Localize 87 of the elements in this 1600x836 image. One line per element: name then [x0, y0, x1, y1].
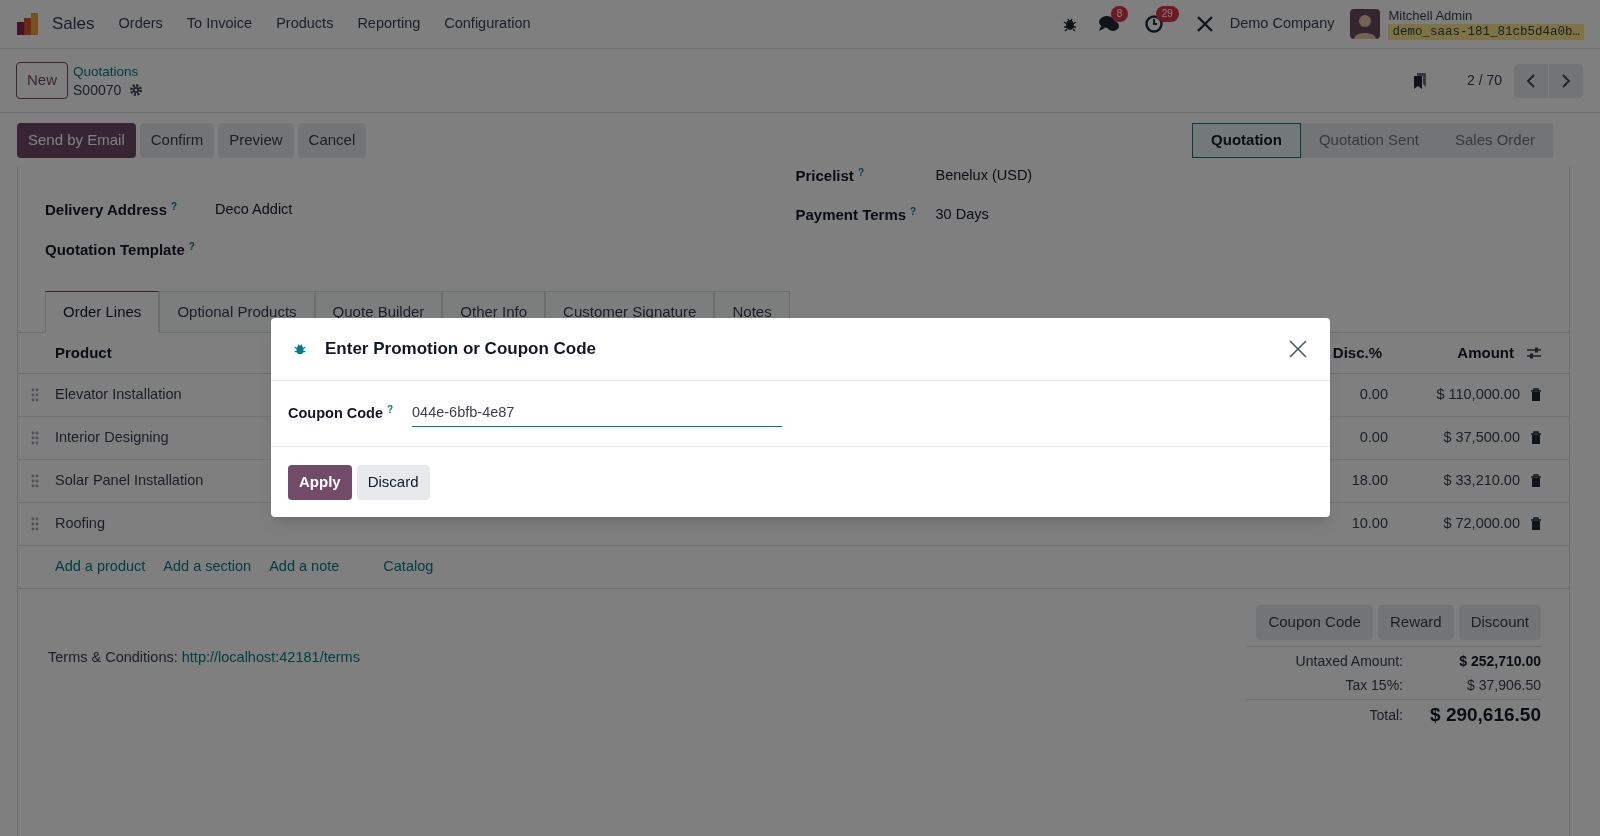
field-label: Payment Terms $^{?}$ [795, 204, 918, 225]
footer-action-button[interactable]: Reward [1377, 605, 1454, 640]
action-button[interactable]: Send by Email [17, 122, 136, 158]
action-button[interactable]: Cancel [297, 122, 367, 158]
terms-link[interactable]: http://localhost:42181/terms [181, 649, 360, 665]
record-name: S00070 [73, 80, 122, 99]
amount-cell-text: $ 37,500.00 [1442, 428, 1520, 448]
previous-button[interactable] [1514, 63, 1548, 98]
amount-cell-text: $ 110,000.00 [1435, 385, 1520, 405]
add-line-link[interactable]: Add a note [269, 556, 340, 578]
menu-item[interactable]: Products [276, 13, 334, 35]
product-cell[interactable]: Roofing [55, 513, 1312, 535]
trash-icon[interactable] [1530, 474, 1542, 488]
footer-action-button[interactable]: Coupon Code [1256, 605, 1373, 640]
total-label: Untaxed Amount: [1295, 651, 1403, 671]
gear-icon[interactable] [129, 82, 144, 97]
discount-cell-text: 10.00 [1350, 514, 1388, 534]
form-tab[interactable]: Order Lines [45, 291, 160, 333]
notification-badge: 29 [1155, 6, 1179, 22]
help-mark[interactable]: ? [171, 200, 178, 212]
menu-item[interactable]: Configuration [444, 13, 531, 35]
drag-handle-icon[interactable] [31, 431, 39, 445]
chevron-right-icon [1561, 73, 1571, 88]
user-name[interactable]: Mitchell Admin [1388, 8, 1584, 24]
help-mark[interactable]: ? [857, 166, 864, 178]
chevron-left-icon [1526, 73, 1536, 88]
new-button[interactable]: New [16, 62, 68, 99]
trash-icon[interactable] [1530, 431, 1542, 445]
status-stage[interactable]: Quotation [1192, 122, 1301, 158]
dialog-title: Enter Promotion or Coupon Code [325, 338, 598, 361]
footer-action-button[interactable]: Discount [1458, 605, 1541, 640]
trash-icon[interactable] [1530, 388, 1542, 402]
action-button[interactable]: Confirm [139, 122, 215, 158]
add-line-link[interactable]: Add a section [163, 556, 252, 578]
total-value: $ 37,906.50 [1466, 675, 1541, 695]
discount-cell-text: 0.00 [1358, 385, 1388, 405]
clock-icon[interactable] [1143, 14, 1164, 34]
drag-handle-icon[interactable] [31, 474, 39, 488]
amount-cell-text: $ 33,210.00 [1442, 471, 1520, 491]
action-button[interactable]: Preview [218, 122, 294, 158]
add-line-link[interactable]: Add a product [55, 556, 146, 578]
dialog-button[interactable]: Discard [356, 464, 430, 500]
database-name: demo_saas-181_81cb5d4a0b… [1388, 24, 1584, 40]
add-line-link[interactable]: Catalog [383, 556, 434, 578]
total-value: $ 252,710.00 [1458, 651, 1541, 671]
help-mark[interactable]: ? [387, 403, 394, 415]
terms-text: Terms & Conditions: http://localhost:42181/terms [48, 649, 360, 665]
field-value[interactable]: 30 Days [935, 204, 989, 226]
avatar[interactable] [1350, 9, 1381, 39]
sliders-icon[interactable] [1526, 346, 1542, 360]
field-value[interactable]: Deco Addict [215, 199, 293, 221]
menu-item[interactable]: To Invoice [186, 13, 253, 35]
help-mark[interactable]: ? [188, 240, 195, 252]
breadcrumb-link[interactable]: Quotations [73, 62, 144, 81]
next-button[interactable] [1549, 63, 1583, 98]
help-mark[interactable]: ? [910, 205, 917, 217]
discount-cell-text: 0.00 [1358, 428, 1388, 448]
field-label: Quotation Template $^{?}$ [45, 239, 196, 260]
close-button[interactable] [1288, 339, 1308, 359]
trash-icon[interactable] [1530, 517, 1542, 531]
field-label: Pricelist $^{?}$ [795, 165, 865, 186]
company-switcher[interactable]: Demo Company [1229, 13, 1335, 35]
total-label: Total: [1369, 706, 1403, 725]
bug-icon [293, 342, 307, 356]
coupon-code-field[interactable]: 044e-6bfb-4e87 [412, 400, 782, 427]
status-stage[interactable]: Sales Order [1436, 122, 1553, 158]
status-stage[interactable]: Quotation Sent [1300, 122, 1437, 158]
menu-item[interactable]: Reporting [357, 13, 421, 35]
discount-cell-text: 18.00 [1350, 471, 1388, 491]
app-logo-icon [16, 12, 40, 36]
dialog-button[interactable]: Apply [288, 464, 352, 500]
bug-icon[interactable] [1061, 16, 1078, 32]
field-label: Coupon Code $^{?}$ [288, 402, 395, 423]
pager-value[interactable]: 2 / 70 [1466, 70, 1502, 91]
notification-badge: 8 [1110, 6, 1129, 22]
field-value[interactable]: Benelux (USD) [935, 165, 1033, 187]
amount-cell-text: $ 72,000.00 [1442, 514, 1520, 534]
total-label: Tax 15%: [1345, 675, 1403, 695]
total-value: $ 290,616.50 [1429, 703, 1541, 728]
menu-item[interactable]: Orders [118, 13, 163, 35]
app-name[interactable]: Sales [52, 11, 95, 37]
drag-handle-icon[interactable] [31, 517, 39, 531]
form-tab[interactable]: Optional Products [159, 291, 315, 333]
drag-handle-icon[interactable] [31, 388, 39, 402]
field-label: Delivery Address $^{?}$ [45, 199, 179, 220]
bookmark-icon[interactable] [1412, 71, 1427, 90]
column-header[interactable]: Amount [1382, 341, 1514, 365]
